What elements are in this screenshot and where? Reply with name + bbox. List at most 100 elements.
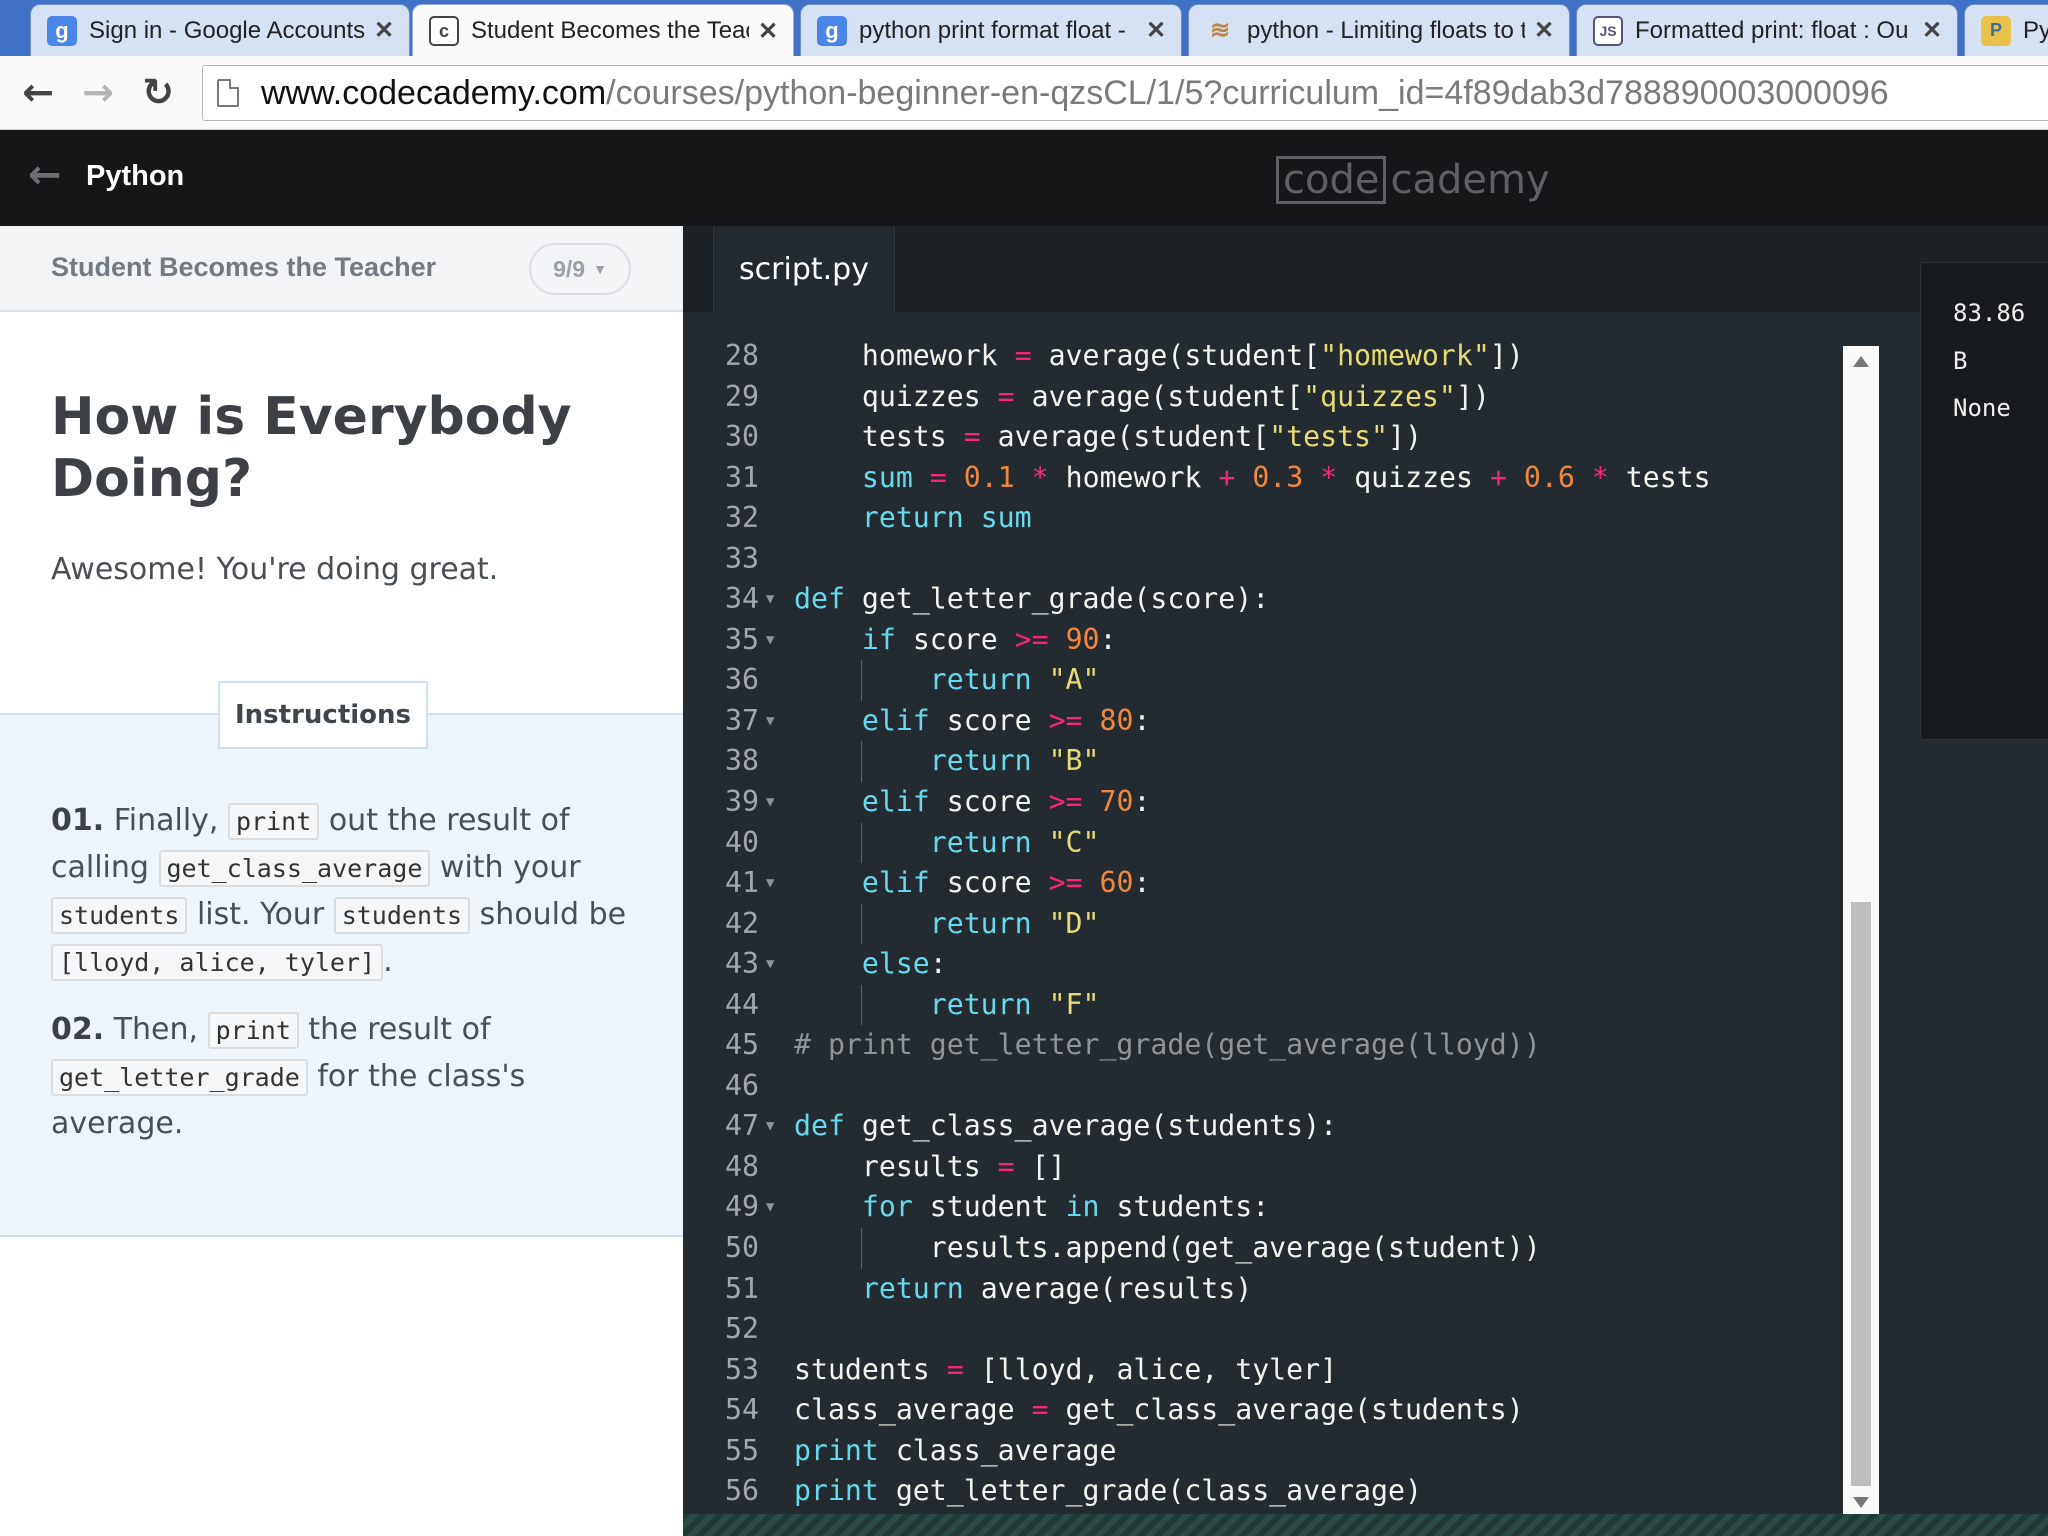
code-line[interactable]: 48 results = [] xyxy=(683,1147,1843,1188)
lesson-name: Student Becomes the Teacher xyxy=(51,252,437,282)
code-text: results = [] xyxy=(794,1149,1066,1183)
code-text: for student in students: xyxy=(861,1190,1270,1224)
code-text: def get_letter_grade(score): xyxy=(794,582,1270,616)
code-line[interactable]: 40 return "C" xyxy=(683,822,1843,864)
fold-arrow-icon[interactable]: ▼ xyxy=(766,620,774,661)
fold-arrow-icon[interactable]: ▼ xyxy=(766,863,774,904)
course-title[interactable]: Python xyxy=(86,160,184,193)
code-line[interactable]: 42 return "D" xyxy=(683,903,1843,945)
close-icon[interactable]: ✕ xyxy=(757,17,779,46)
line-number: 43 xyxy=(725,947,759,981)
code-line[interactable]: 53 students = [lloyd, alice, tyler] xyxy=(683,1350,1843,1391)
code-text: tests = average(student["tests"]) xyxy=(794,420,1422,454)
code-line[interactable]: 55 print class_average xyxy=(683,1431,1843,1472)
line-number: 56 xyxy=(725,1474,759,1508)
line-number: 34 xyxy=(725,582,759,616)
back-arrow-icon[interactable]: ← xyxy=(28,152,62,198)
inline-code: print xyxy=(207,1012,299,1049)
fold-arrow-icon[interactable]: ▼ xyxy=(766,701,774,742)
code-line[interactable]: 56 print get_letter_grade(class_average) xyxy=(683,1471,1843,1512)
java2s-icon: JS xyxy=(1593,15,1623,46)
instructions-tab[interactable]: Instructions xyxy=(218,681,428,749)
code-line[interactable]: 43 ▼ else: xyxy=(683,944,1843,985)
forward-arrow-icon[interactable]: → xyxy=(74,68,122,116)
scrollbar-thumb[interactable] xyxy=(1851,902,1871,1486)
code-text: results.append(get_average(student)) xyxy=(794,1231,1541,1265)
code-line[interactable]: 31 sum = 0.1 * homework + 0.3 * quizzes … xyxy=(683,458,1843,499)
scroll-up-icon[interactable] xyxy=(1853,356,1869,367)
close-icon[interactable]: ✕ xyxy=(1533,16,1555,45)
inline-code: students xyxy=(333,897,471,934)
codecademy-icon: c xyxy=(429,16,459,46)
line-number: 51 xyxy=(725,1271,759,1305)
editor-bottom-bar xyxy=(683,1514,2048,1536)
scroll-down-icon[interactable] xyxy=(1853,1497,1869,1508)
code-line[interactable]: 33 xyxy=(683,539,1843,580)
codecademy-logo[interactable]: code cademy xyxy=(1276,154,1550,206)
code-text: return "C" xyxy=(929,825,1100,859)
code-text: return "A" xyxy=(929,663,1100,697)
browser-tab-google-signin[interactable]: g Sign in - Google Accounts ✕ xyxy=(30,4,410,56)
fold-arrow-icon[interactable]: ▼ xyxy=(766,782,774,823)
line-number: 50 xyxy=(725,1231,759,1265)
line-number: 33 xyxy=(725,541,759,575)
code-line[interactable]: 32 return sum xyxy=(683,498,1843,539)
editor-scrollbar[interactable] xyxy=(1843,346,1879,1518)
code-line[interactable]: 51 return average(results) xyxy=(683,1269,1843,1310)
code-line[interactable]: 28 homework = average(student["homework"… xyxy=(683,336,1843,377)
editor-tab-bar: script.py xyxy=(683,226,2048,312)
browser-tab-google-search[interactable]: g python print format float - ✕ xyxy=(800,4,1182,56)
code-text: class_average = get_class_average(studen… xyxy=(794,1393,1524,1427)
code-line[interactable]: 36 return "A" xyxy=(683,660,1843,701)
fold-arrow-icon[interactable]: ▼ xyxy=(766,1187,774,1228)
code-line[interactable]: 29 quizzes = average(student["quizzes"]) xyxy=(683,377,1843,418)
browser-tab-codecademy[interactable]: c Student Becomes the Teac ✕ xyxy=(412,4,794,56)
inline-code: get_letter_grade xyxy=(51,1059,308,1096)
browser-tab-stackoverflow[interactable]: ≋ python - Limiting floats to t ✕ xyxy=(1188,4,1570,56)
back-arrow-icon[interactable]: ← xyxy=(14,68,62,116)
close-icon[interactable]: ✕ xyxy=(1145,16,1167,45)
code-line[interactable]: 49 ▼ for student in students: xyxy=(683,1187,1843,1228)
code-line[interactable]: 47 ▼ def get_class_average(students): xyxy=(683,1106,1843,1147)
code-text: elif score >= 60: xyxy=(861,866,1151,900)
code-text: print get_letter_grade(class_average) xyxy=(794,1474,1422,1508)
code-text: quizzes = average(student["quizzes"]) xyxy=(794,379,1490,413)
inline-code: students xyxy=(51,897,188,934)
close-icon[interactable]: ✕ xyxy=(373,16,395,45)
code-line[interactable]: 34 ▼ def get_letter_grade(score): xyxy=(683,579,1843,620)
code-line[interactable]: 46 xyxy=(683,1066,1843,1107)
line-number: 29 xyxy=(725,379,759,413)
fold-arrow-icon[interactable]: ▼ xyxy=(766,1106,774,1147)
instruction-step-1: 01. Finally, print out the result of cal… xyxy=(51,803,627,981)
line-number: 47 xyxy=(725,1109,759,1143)
tab-title: Formatted print: float : Ou xyxy=(1635,16,1909,44)
code-line[interactable]: 52 xyxy=(683,1309,1843,1350)
line-number: 41 xyxy=(725,866,759,900)
address-bar[interactable]: www.codecademy.com /courses/python-begin… xyxy=(202,65,2048,121)
code-line[interactable]: 30 tests = average(student["tests"]) xyxy=(683,417,1843,458)
fold-arrow-icon[interactable]: ▼ xyxy=(766,944,774,985)
tab-title: Py xyxy=(2023,16,2048,44)
file-tab-script[interactable]: script.py xyxy=(713,226,895,312)
code-line[interactable]: 44 return "F" xyxy=(683,984,1843,1026)
code-line[interactable]: 41 ▼ elif score >= 60: xyxy=(683,863,1843,904)
code-line[interactable]: 45 # print get_letter_grade(get_average(l… xyxy=(683,1025,1843,1066)
code-line[interactable]: 38 return "B" xyxy=(683,741,1843,783)
browser-tab-python[interactable]: P Py xyxy=(1964,4,2048,56)
output-console: 83.86 B None xyxy=(1920,262,2048,740)
lesson-panel: Student Becomes the Teacher 9/9 ▼ How is… xyxy=(0,226,683,1536)
close-icon[interactable]: ✕ xyxy=(1921,16,1943,45)
line-number: 49 xyxy=(725,1190,759,1224)
progress-dropdown[interactable]: 9/9 ▼ xyxy=(529,243,631,295)
code-line[interactable]: 39 ▼ elif score >= 70: xyxy=(683,782,1843,823)
browser-tab-java2s[interactable]: JS Formatted print: float : Ou ✕ xyxy=(1576,4,1958,56)
line-number: 46 xyxy=(725,1068,759,1102)
code-line[interactable]: 35 ▼ if score >= 90: xyxy=(683,620,1843,661)
code-area[interactable]: 28 homework = average(student["homework"… xyxy=(683,336,1843,1512)
code-line[interactable]: 54 class_average = get_class_average(stud… xyxy=(683,1390,1843,1431)
code-line[interactable]: 37 ▼ elif score >= 80: xyxy=(683,701,1843,742)
fold-arrow-icon[interactable]: ▼ xyxy=(766,579,774,620)
code-line[interactable]: 50 results.append(get_average(student)) xyxy=(683,1228,1843,1269)
reload-icon[interactable]: ↻ xyxy=(134,68,182,116)
line-number: 39 xyxy=(725,785,759,819)
